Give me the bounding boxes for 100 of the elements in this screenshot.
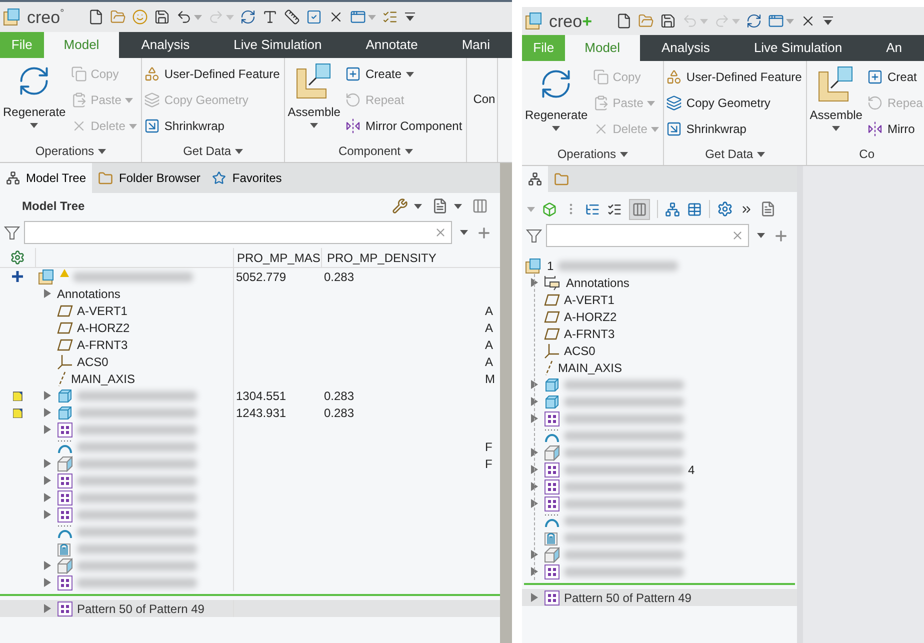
expand-arrow-icon[interactable] bbox=[530, 414, 538, 423]
ribbon-button[interactable]: Assemble bbox=[286, 61, 342, 128]
search-field[interactable] bbox=[24, 221, 452, 244]
expand-arrow-icon[interactable] bbox=[530, 465, 538, 474]
expand-arrow-icon[interactable] bbox=[44, 476, 50, 485]
settings-icon[interactable] bbox=[717, 201, 733, 217]
expand-arrow-icon[interactable] bbox=[530, 593, 538, 602]
add-icon[interactable] bbox=[773, 228, 789, 244]
ribbon-button[interactable]: Mirror Component bbox=[345, 113, 464, 139]
panel-tab[interactable]: Favorites bbox=[206, 163, 288, 193]
ribbon-tab[interactable]: An bbox=[864, 35, 924, 61]
ribbon-tab[interactable]: Analysis bbox=[119, 32, 212, 58]
ribbon-button[interactable]: Mirro bbox=[867, 116, 924, 142]
tree-row[interactable]: 4 bbox=[522, 461, 797, 478]
columns-button[interactable] bbox=[472, 198, 488, 214]
ribbon-button[interactable]: Copy Geometry bbox=[666, 90, 804, 116]
ribbon-button[interactable]: User-Defined Feature bbox=[144, 61, 282, 87]
group-label[interactable]: Component bbox=[286, 140, 464, 162]
toolbar-button[interactable] bbox=[240, 9, 256, 25]
clear-icon[interactable] bbox=[434, 226, 447, 239]
ribbon-button[interactable]: Regenerate bbox=[524, 64, 589, 131]
toolbar-button[interactable] bbox=[616, 13, 632, 29]
tree-row[interactable]: A-VERT1 A bbox=[0, 302, 500, 319]
expand-arrow-icon[interactable] bbox=[44, 391, 50, 400]
group-label[interactable]: Co bbox=[808, 143, 924, 165]
tree-row[interactable]: F bbox=[0, 438, 500, 455]
ribbon-tab[interactable]: Mani bbox=[440, 32, 512, 58]
tree-row[interactable]: 1304.551 0.283 bbox=[0, 387, 500, 404]
plus-icon[interactable] bbox=[12, 271, 23, 282]
expand-arrow-icon[interactable] bbox=[44, 510, 50, 519]
ribbon-button[interactable]: User-Defined Feature bbox=[666, 64, 804, 90]
tree-row[interactable]: 1243.931 0.283 bbox=[0, 404, 500, 421]
group-label[interactable]: Get Data bbox=[666, 143, 804, 165]
cube-icon[interactable] bbox=[542, 202, 557, 216]
group-label[interactable]: Operations bbox=[2, 140, 140, 162]
tree-row[interactable]: ACS0 A bbox=[0, 353, 500, 370]
columns-button[interactable] bbox=[629, 198, 650, 220]
ribbon-tab[interactable]: Live Simulation bbox=[212, 32, 344, 58]
scrollbar[interactable] bbox=[500, 163, 512, 643]
toolbar-button[interactable] bbox=[176, 9, 202, 25]
insert-row[interactable]: Pattern 50 of Pattern 49 bbox=[522, 589, 797, 606]
ribbon-tab[interactable]: Model bbox=[44, 32, 120, 58]
ribbon-button[interactable]: Create bbox=[345, 61, 464, 87]
expand-arrow-icon[interactable] bbox=[530, 499, 538, 508]
expand-arrow-icon[interactable] bbox=[530, 448, 538, 457]
tree-row[interactable]: Annotations bbox=[0, 285, 500, 302]
document-icon[interactable] bbox=[760, 201, 776, 217]
add-icon[interactable] bbox=[476, 224, 492, 240]
tree-row[interactable]: Annotations bbox=[522, 274, 797, 291]
clear-icon[interactable] bbox=[731, 229, 744, 242]
ribbon-label[interactable]: Con bbox=[469, 90, 496, 108]
group-label[interactable]: Get Data bbox=[144, 140, 282, 162]
toolbar-button[interactable] bbox=[822, 16, 834, 26]
expand-arrow-icon[interactable] bbox=[530, 482, 538, 491]
tree-row[interactable]: A-HORZ2 A bbox=[0, 319, 500, 336]
tree-row[interactable]: ACS0 bbox=[522, 342, 797, 359]
toolbar-button[interactable] bbox=[660, 13, 676, 29]
tree-row[interactable]: F bbox=[0, 455, 500, 472]
settings-icon[interactable] bbox=[10, 250, 25, 265]
toolbar-button[interactable] bbox=[262, 9, 278, 25]
tree-row[interactable]: MAIN_AXIS bbox=[522, 359, 797, 376]
expand-arrow-icon[interactable] bbox=[44, 425, 50, 434]
tree-filter-icon[interactable] bbox=[665, 202, 680, 216]
ribbon-button[interactable]: Creat bbox=[867, 64, 924, 90]
tree-row[interactable]: MAIN_AXIS M bbox=[0, 370, 500, 387]
settings-button[interactable] bbox=[392, 198, 422, 214]
panel-tab[interactable]: Folder Browser bbox=[92, 163, 206, 193]
expand-arrow-icon[interactable] bbox=[44, 408, 50, 417]
toolbar-button[interactable] bbox=[88, 9, 104, 25]
tree-row[interactable]: A-VERT1 bbox=[522, 291, 797, 308]
toolbar-button[interactable] bbox=[746, 13, 762, 29]
expand-arrow-icon[interactable] bbox=[530, 550, 538, 559]
tree-expand-icon[interactable] bbox=[585, 202, 600, 216]
tree-row[interactable]: 1 bbox=[522, 257, 797, 274]
toolbar-button[interactable] bbox=[404, 12, 416, 22]
expand-arrow-icon[interactable] bbox=[530, 380, 538, 389]
ribbon-tab[interactable]: Model bbox=[565, 35, 640, 61]
expand-arrow-icon[interactable] bbox=[44, 561, 50, 570]
column-header[interactable]: PRO_MP_MAS bbox=[233, 248, 321, 267]
expand-arrow-icon[interactable] bbox=[44, 493, 50, 502]
ribbon-tab[interactable]: Analysis bbox=[640, 35, 732, 61]
expand-arrow-icon[interactable] bbox=[530, 397, 538, 406]
tree-row[interactable]: 5052.779 0.283 bbox=[0, 268, 500, 285]
tree-row[interactable]: A-FRNT3 A bbox=[0, 336, 500, 353]
show-button[interactable] bbox=[432, 198, 462, 214]
ribbon-button[interactable]: Regenerate bbox=[2, 61, 67, 128]
ribbon-button[interactable]: Assemble bbox=[808, 64, 864, 131]
ribbon-button[interactable]: Shrinkwrap bbox=[666, 116, 804, 142]
tree-row[interactable]: A-FRNT3 bbox=[522, 325, 797, 342]
tree-row[interactable]: A-HORZ2 bbox=[522, 308, 797, 325]
insert-row[interactable]: Pattern 50 of Pattern 49 bbox=[0, 600, 500, 617]
expand-arrow-icon[interactable] bbox=[44, 289, 50, 298]
panel-tab[interactable] bbox=[522, 166, 548, 192]
ribbon-tab[interactable]: Annotate bbox=[344, 32, 440, 58]
search-field[interactable] bbox=[546, 224, 749, 247]
toolbar-button[interactable] bbox=[154, 9, 170, 25]
column-header[interactable]: PRO_MP_DENSITY bbox=[321, 248, 485, 267]
table-icon[interactable] bbox=[687, 202, 702, 216]
expand-arrow-icon[interactable] bbox=[530, 567, 538, 576]
ribbon-button[interactable]: Shrinkwrap bbox=[144, 113, 282, 139]
